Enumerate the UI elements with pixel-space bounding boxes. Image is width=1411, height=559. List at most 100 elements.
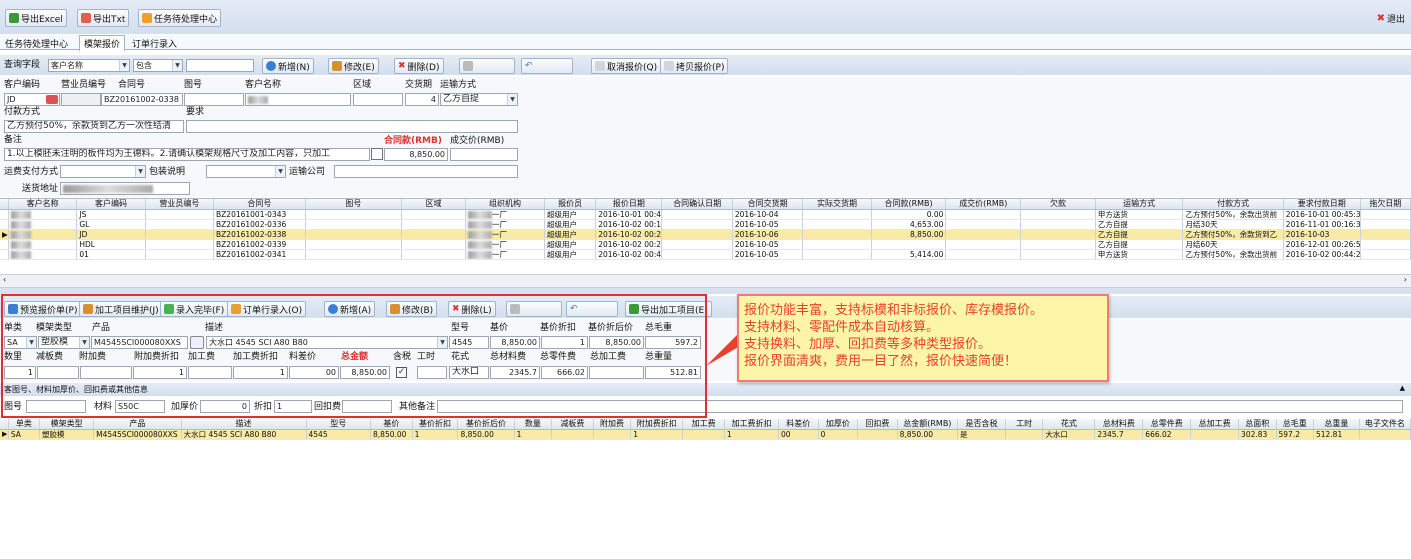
query-op-select[interactable]: 包含 ▼ (133, 59, 183, 72)
query-keyword-input[interactable] (186, 59, 254, 72)
lower-col-header[interactable]: 单类 (8, 419, 41, 430)
new-button[interactable]: 新增(N) (262, 58, 314, 74)
table-row[interactable]: HDL BZ20161002-0339 一厂 超级用户2016-10-02 00:26… (0, 239, 1411, 250)
drawing-no-input[interactable] (184, 93, 244, 106)
col-shipping[interactable]: 运输方式 (1095, 199, 1184, 210)
col-actual-delivery[interactable]: 实际交货期 (802, 199, 872, 210)
lower-col-header[interactable]: 产品 (93, 419, 182, 430)
lower-col-header[interactable]: 基价 (370, 419, 413, 430)
remark-edit-icon[interactable] (371, 148, 383, 160)
lower-col-header[interactable]: 总金额(RMB) (897, 419, 959, 430)
col-pay-date[interactable]: 要求付款日期 (1283, 199, 1361, 210)
export-txt-button[interactable]: 导出Txt (77, 9, 130, 27)
lower-col-header[interactable]: 是否含税 (957, 419, 1006, 430)
remark-input[interactable]: 1.以上模胚未注明的板件均为王德料。2.请确认模架规格尺寸及加工内容，只加工 (4, 148, 370, 161)
delivery-days-input[interactable]: 4 (405, 93, 439, 106)
lower-col-header[interactable]: 总毛重 (1276, 419, 1314, 430)
save-button[interactable] (459, 58, 515, 74)
contract-amount-input[interactable]: 8,850.00 (384, 148, 448, 161)
col-salesman-code[interactable]: 营业员编号 (145, 199, 215, 210)
lower-col-header[interactable]: 附加费 (593, 419, 632, 430)
lower-col-header[interactable]: 附加费折扣 (630, 419, 684, 430)
payment-input[interactable]: 乙方预付50%，余款货到乙方一次性结清 (4, 120, 184, 133)
table-cell (145, 239, 215, 250)
region-input[interactable] (353, 93, 403, 106)
lower-col-header[interactable]: 总面积 (1238, 419, 1277, 430)
col-arrears[interactable]: 欠款 (1020, 199, 1096, 210)
lower-col-header[interactable]: 总重量 (1313, 419, 1360, 430)
exit-button[interactable]: ✖ 退出 (1377, 12, 1405, 25)
shipping-select[interactable]: 乙方自提 ▼ (440, 93, 518, 106)
collapse-icon[interactable]: ▲ (1400, 384, 1405, 392)
col-drawing-no[interactable]: 图号 (305, 199, 402, 210)
col-contract-delivery[interactable]: 合同交货期 (732, 199, 804, 210)
deal-price-input[interactable] (450, 148, 518, 161)
lower-col-header[interactable]: 加工费折扣 (724, 419, 780, 430)
lower-col-header[interactable]: 总加工费 (1190, 419, 1240, 430)
lower-col-header[interactable]: 基价折后价 (457, 419, 515, 430)
tab-task-center[interactable]: 任务待处理中心 (5, 37, 68, 50)
export-excel-button[interactable]: 导出Excel (5, 9, 67, 27)
lower-col-header[interactable]: 电子文件名 (1359, 419, 1411, 430)
cancel-quote-button[interactable]: 取消报价(Q) (591, 58, 662, 74)
lower-col-header[interactable]: 基价折扣 (412, 419, 459, 430)
highlight-frame (1, 294, 707, 418)
edit-button[interactable]: 修改(E) (328, 58, 379, 74)
salesman-code-input[interactable] (61, 93, 101, 106)
packing-select[interactable]: ▼ (206, 165, 286, 178)
table-row[interactable]: ▶ SA 塑胶模 M4545SCI000080XXS 大水口 4545 SCI A80 … (0, 429, 1411, 440)
query-field-select[interactable]: 客户名称 ▼ (48, 59, 130, 72)
table-cell (661, 209, 733, 220)
col-payment[interactable]: 付款方式 (1182, 199, 1284, 210)
delete-button[interactable]: ✖ 删除(D) (394, 58, 444, 74)
deal-price-label: 成交价(RMB) (450, 136, 505, 146)
table-row[interactable]: 01BZ20161002-0341一厂超级用户2016-10-02 00:44:… (0, 249, 1411, 260)
lower-col-header[interactable]: 数量 (514, 419, 553, 430)
lower-col-header[interactable]: 减板费 (551, 419, 594, 430)
col-overdue[interactable]: 拖欠日期 (1360, 199, 1411, 210)
col-contract-no[interactable]: 合同号 (213, 199, 306, 210)
close-icon: ✖ (1376, 13, 1385, 24)
col-customer-code[interactable]: 客户编码 (76, 199, 146, 210)
lower-col-header[interactable]: 回扣费 (857, 419, 898, 430)
lower-col-header[interactable]: 总材料费 (1094, 419, 1144, 430)
lower-col-header[interactable]: 料差价 (778, 419, 819, 430)
lower-col-header[interactable]: 模架类型 (39, 419, 95, 430)
col-org[interactable]: 组织机构 (465, 199, 545, 210)
col-customer-name[interactable]: 客户名称 (8, 199, 78, 210)
col-quote-date[interactable]: 报价日期 (595, 199, 663, 210)
packing-label: 包装说明 (149, 167, 186, 177)
table-row[interactable]: JSBZ20161001-0343一厂超级用户2016-10-01 00:45:… (0, 209, 1411, 220)
row-indicator-icon (0, 239, 10, 250)
col-confirm-date[interactable]: 合同确认日期 (661, 199, 733, 210)
lower-col-header[interactable]: 工时 (1005, 419, 1044, 430)
horizontal-scrollbar[interactable]: ‹ › (0, 274, 1411, 288)
undo-button[interactable]: ↶ (521, 58, 573, 74)
lower-col-header[interactable]: 花式 (1042, 419, 1096, 430)
table-row[interactable]: GL BZ20161002-0336 一厂 超级用户2016-10-02 00:16:… (0, 219, 1411, 230)
table-cell: 2016-10-03 (1283, 229, 1361, 240)
tab-order-entry[interactable]: 订单行录入 (132, 37, 177, 50)
requirement-input[interactable] (186, 120, 518, 133)
customer-code-input[interactable]: JD (4, 93, 60, 106)
contract-no-input[interactable]: BZ20161002-0338 (101, 93, 183, 106)
copy-quote-button[interactable]: 拷贝报价(P) (660, 58, 729, 74)
col-quoter[interactable]: 报价员 (544, 199, 597, 210)
table-cell: 597.2 (1276, 429, 1314, 440)
freight-payment-select[interactable]: ▼ (60, 165, 146, 178)
customer-name-input[interactable] (245, 93, 351, 106)
lower-col-header[interactable]: 型号 (306, 419, 372, 430)
lower-col-header[interactable]: 总零件费 (1142, 419, 1192, 430)
table-row[interactable]: ▶ JD BZ20161002-0338 一厂 超级用户2016-10-02 00:20… (0, 229, 1411, 240)
lookup-icon (46, 95, 58, 104)
col-contract-amount[interactable]: 合同款(RMB) (871, 199, 947, 210)
shipping-company-input[interactable] (334, 165, 518, 178)
task-center-button[interactable]: 任务待处理中心 (138, 9, 222, 27)
lower-col-header[interactable]: 加工费 (682, 419, 725, 430)
tab-mold-quote[interactable]: 模架报价 (79, 35, 126, 51)
col-deal-price[interactable]: 成交价(RMB) (945, 199, 1022, 210)
lower-col-header[interactable]: 加厚价 (818, 419, 859, 430)
col-region[interactable]: 区域 (401, 199, 466, 210)
lower-col-header[interactable]: 描述 (181, 419, 307, 430)
delivery-address-input[interactable] (60, 182, 190, 195)
